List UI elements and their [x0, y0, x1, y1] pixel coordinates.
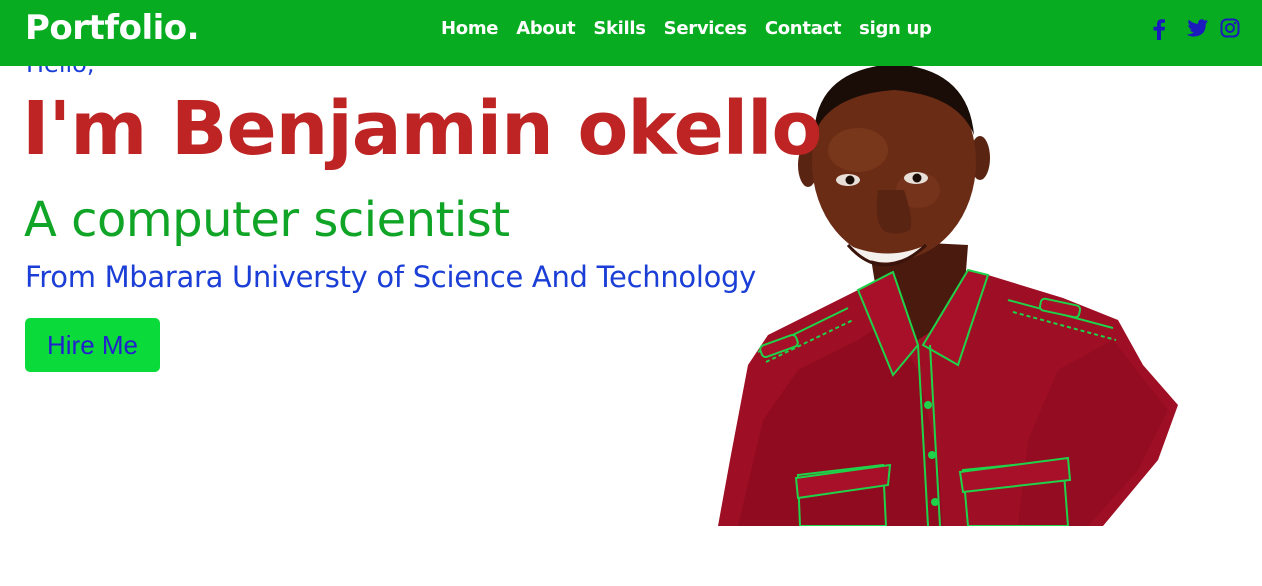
hero-role-heading: A computer scientist: [24, 192, 510, 248]
nav-item-sign-up: sign up: [859, 18, 932, 39]
page: Portfolio. Home About Skills Services Co…: [0, 0, 1262, 586]
logo-link[interactable]: Portfolio.: [25, 8, 200, 48]
nav-item-about: About: [516, 18, 575, 39]
hire-me-button[interactable]: Hire Me: [25, 318, 160, 372]
hero-school-text: From Mbarara Universty of Science And Te…: [25, 260, 757, 294]
nav-link-about[interactable]: About: [516, 18, 575, 39]
facebook-icon[interactable]: [1152, 18, 1172, 40]
nav-link-home[interactable]: Home: [441, 18, 499, 39]
nav-item-services: Services: [664, 18, 747, 39]
nav-item-contact: Contact: [765, 18, 842, 39]
top-navbar: Portfolio. Home About Skills Services Co…: [0, 0, 1262, 66]
instagram-icon[interactable]: [1220, 18, 1240, 40]
hero-name-heading: I'm Benjamin okello: [22, 86, 822, 172]
nav-link-skills[interactable]: Skills: [593, 18, 646, 39]
twitter-icon[interactable]: [1186, 18, 1208, 40]
nav-link-sign-up[interactable]: sign up: [859, 18, 932, 39]
nav-item-home: Home: [441, 18, 499, 39]
nav-link-contact[interactable]: Contact: [765, 18, 842, 39]
nav-item-skills: Skills: [593, 18, 646, 39]
main-nav: Home About Skills Services Contact sign …: [441, 18, 932, 39]
social-links: [1152, 18, 1240, 40]
nav-link-services[interactable]: Services: [664, 18, 747, 39]
